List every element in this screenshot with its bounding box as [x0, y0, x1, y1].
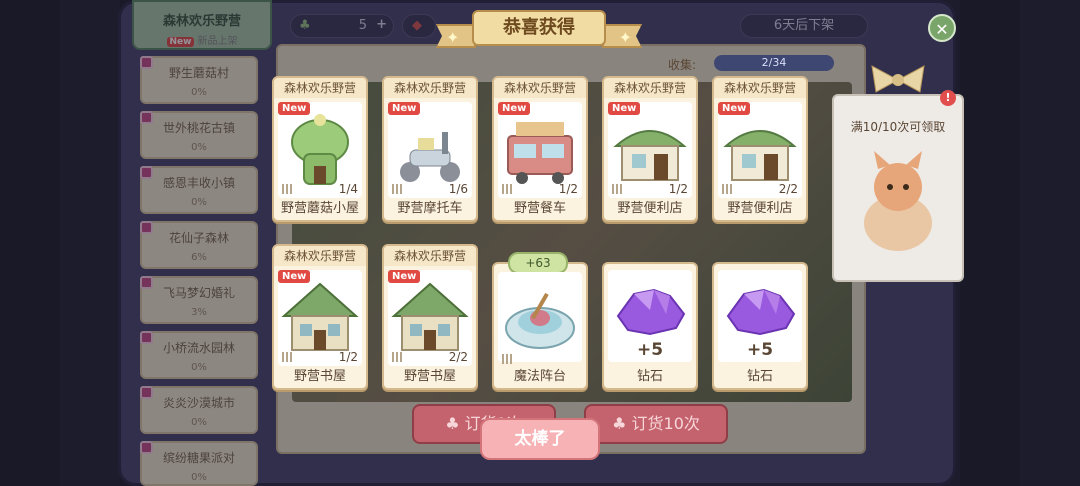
- card-header: 森林欢乐野营: [384, 78, 476, 98]
- card-header: 森林欢乐野营: [274, 78, 366, 98]
- reward-amount: +5: [746, 340, 774, 360]
- reward-tag[interactable]: ! 满10/10次可领取: [832, 90, 964, 282]
- card-count: 1/2: [558, 182, 578, 196]
- new-tag: New: [278, 102, 311, 115]
- reward-card[interactable]: 森林欢乐野营 New 1/2 野营餐车: [492, 76, 588, 222]
- new-tag: New: [278, 270, 311, 283]
- card-name: 野营书屋: [293, 369, 346, 384]
- banner-title: 恭喜获得: [472, 10, 606, 46]
- card-count: 1/6: [448, 182, 468, 196]
- reward-card[interactable]: +5 钻石: [712, 262, 808, 390]
- card-art: [498, 272, 582, 362]
- card-count: 2/2: [448, 350, 468, 364]
- grid-icon: [722, 184, 732, 194]
- reward-card[interactable]: 森林欢乐野营 New 1/4 野营蘑菇小屋: [272, 76, 368, 222]
- card-name: 野营蘑菇小屋: [280, 201, 359, 216]
- card-name: 野营书屋: [403, 369, 456, 384]
- reward-card[interactable]: 森林欢乐野营 New 2/2 野营便利店: [712, 76, 808, 222]
- card-name: 野营餐车: [513, 201, 566, 216]
- leaf-bonus-badge: +63: [508, 252, 568, 274]
- grid-icon: [282, 352, 292, 362]
- card-name: 钻石: [636, 369, 663, 384]
- card-count: 2/2: [778, 182, 798, 196]
- close-icon[interactable]: ✕: [928, 14, 956, 42]
- sparkle-icon: ✦: [618, 28, 632, 47]
- leaf-currency-icon: ♣: [612, 414, 632, 433]
- reward-text: 满10/10次可领取: [850, 120, 946, 134]
- card-name: 野营便利店: [727, 201, 793, 216]
- reward-amount: +5: [636, 340, 664, 360]
- collect-progress: 2/34: [714, 55, 834, 71]
- card-header: 森林欢乐野营: [714, 78, 806, 98]
- card-header: 森林欢乐野营: [384, 246, 476, 266]
- grid-icon: [502, 354, 512, 364]
- confirm-button[interactable]: 太棒了: [480, 418, 600, 460]
- card-name: 钻石: [746, 369, 773, 384]
- card-count: 1/2: [338, 350, 358, 364]
- card-count: 1/4: [338, 182, 358, 196]
- reward-card[interactable]: 森林欢乐野营 New 1/2 野营便利店: [602, 76, 698, 222]
- grid-icon: [392, 184, 402, 194]
- grid-icon: [502, 184, 512, 194]
- card-header: 森林欢乐野营: [604, 78, 696, 98]
- reward-card[interactable]: 森林欢乐野营 New 1/2 野营书屋: [272, 244, 368, 390]
- reward-card[interactable]: 森林欢乐野营 New 1/6 野营摩托车: [382, 76, 478, 222]
- leaf-currency-icon: ♣: [445, 414, 465, 433]
- new-tag: New: [498, 102, 531, 115]
- sparkle-icon: ✦: [446, 28, 460, 47]
- card-header: 森林欢乐野营: [494, 78, 586, 98]
- new-tag: New: [388, 102, 421, 115]
- new-tag: New: [718, 102, 751, 115]
- new-tag: New: [608, 102, 641, 115]
- card-count: 1/2: [668, 182, 688, 196]
- ribbon-bow-icon: [868, 62, 928, 96]
- alert-icon: !: [940, 90, 956, 106]
- card-name: 野营便利店: [617, 201, 683, 216]
- grid-icon: [612, 184, 622, 194]
- reward-banner: 恭喜获得 ✦ ✦: [432, 8, 646, 50]
- reward-card[interactable]: +5 钻石: [602, 262, 698, 390]
- collect-label: 收集:: [668, 58, 697, 72]
- card-header: 森林欢乐野营: [274, 246, 366, 266]
- order-ten-label: 订货10次: [631, 414, 700, 433]
- reward-card[interactable]: 森林欢乐野营 New 2/2 野营书屋: [382, 244, 478, 390]
- magic-fountain-art: [505, 292, 575, 349]
- card-name: 野营摩托车: [397, 201, 463, 216]
- card-name: 魔法阵台: [513, 369, 566, 384]
- reward-card[interactable]: +63 魔法阵台: [492, 252, 588, 390]
- grid-icon: [392, 352, 402, 362]
- grid-icon: [282, 184, 292, 194]
- order-ten-button[interactable]: ♣ 订货10次: [584, 404, 728, 444]
- fox-plush-icon: [864, 151, 932, 251]
- new-tag: New: [388, 270, 421, 283]
